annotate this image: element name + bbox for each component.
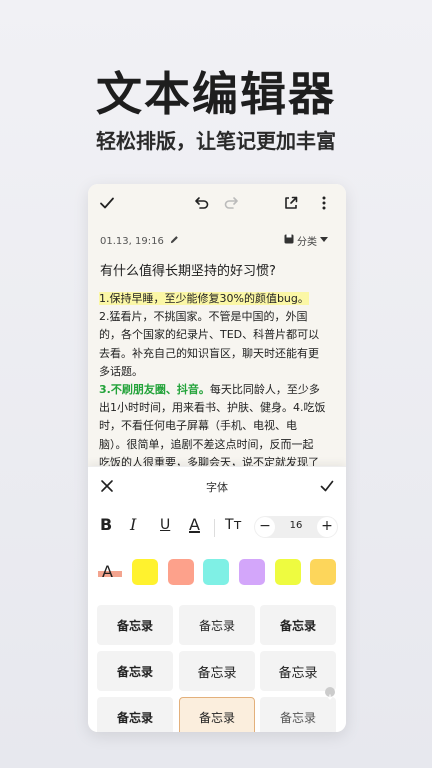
body-line: 脑）。很简单，追剧不差这点时间，反而一起 [99,437,314,451]
body-line: 去看。补充自己的知识盲区，聊天时还能有更 [99,346,319,360]
color-swatch-orange[interactable] [310,559,336,585]
folder-icon [284,234,294,247]
hero-subtitle: 轻松排版，让笔记更加丰富 [96,129,336,153]
highlighted-text: 1.保持早睡，至少能修复30%的颜值bug。 [99,292,309,305]
body-line: 的，各个国家的纪录片、TED、科普片都可以 [99,328,320,342]
note-title[interactable]: 有什么值得长期坚持的好习惯? [100,260,276,279]
font-option-selected[interactable]: 备忘录 [179,697,255,732]
caret-down-icon [320,235,328,246]
decrease-size-button[interactable]: − [255,517,275,537]
check-icon[interactable] [97,193,117,213]
font-option[interactable]: 备忘录 [260,605,336,645]
italic-button[interactable]: I [130,515,136,534]
text-size-icon[interactable]: Tт [225,517,242,533]
color-swatch-yellow[interactable] [132,559,158,585]
body-text: 每天比同龄人，至少多 [209,383,320,397]
color-row: A [88,559,346,587]
color-swatch-salmon[interactable] [168,559,194,585]
note-body[interactable]: 1.保持早睡，至少能修复30%的颜值bug。 2.猛看片，不挑国家。不管是中国的… [99,290,337,472]
clear-highlight-letter: A [102,562,113,581]
hero-title: 文本编辑器 [96,67,336,121]
font-option[interactable]: 备忘录 [97,651,173,691]
font-option[interactable]: 备忘录 [97,605,173,645]
confirm-icon[interactable] [320,478,334,492]
font-option[interactable]: 备忘录 [260,651,336,691]
color-swatch-purple[interactable] [239,559,265,585]
font-option[interactable]: 备忘录 [179,651,255,691]
body-line: 1.保持早睡，至少能修复30%的颜值bug。 [99,290,337,308]
font-option[interactable]: 备忘录 [260,697,336,732]
underline-button[interactable]: U [160,517,170,533]
font-option[interactable]: 备忘录 [97,697,173,732]
note-date-text: 01.13, 19:16 [100,236,164,247]
color-swatch-lime[interactable] [275,559,301,585]
category-selector[interactable]: 分类 [284,233,328,248]
font-panel-header: 字体 [88,467,346,503]
font-size-value: 16 [289,520,303,531]
body-line: 时，不看任何电子屏幕（手机、电视、电 [99,419,297,433]
body-line: 多话题。 [99,364,143,378]
undo-icon[interactable] [192,193,212,213]
share-icon[interactable] [281,193,301,213]
body-line: 2.猛看片，不挑国家。不管是中国的，外国 [99,310,308,324]
font-size-stepper: − 16 + [254,516,338,538]
bold-button[interactable]: B [100,515,112,534]
phone-screen: 01.13, 19:16 分类 有什么值得长期坚持的好习惯? 1.保持早睡，至少… [88,184,346,732]
panel-title: 字体 [206,481,228,494]
redo-icon[interactable] [221,193,241,213]
color-swatch-cyan[interactable] [203,559,229,585]
body-line: 3.不刷朋友圈、抖音。每天比同龄人，至少多 [99,381,337,399]
download-icon[interactable] [325,687,335,700]
pencil-icon[interactable] [170,235,179,247]
clear-highlight-button[interactable]: A [98,561,122,585]
note-date: 01.13, 19:16 [100,235,179,247]
font-panel: 字体 B I U A Tт − 16 + A 备忘录 备忘录 备忘录 备忘录 备… [88,466,346,732]
text-color-button[interactable]: A [189,515,200,534]
body-line: 出1小时时间，用来看书、护肤、健身。4.吃饭 [99,401,326,415]
divider [214,519,215,537]
category-label: 分类 [297,237,317,248]
more-icon[interactable] [314,193,334,213]
green-bold-text: 3.不刷朋友圈、抖音。 [99,383,210,397]
font-option[interactable]: 备忘录 [179,605,255,645]
increase-size-button[interactable]: + [317,517,337,537]
editor-toolbar [88,184,346,222]
format-row: B I U A Tт − 16 + [88,513,346,541]
